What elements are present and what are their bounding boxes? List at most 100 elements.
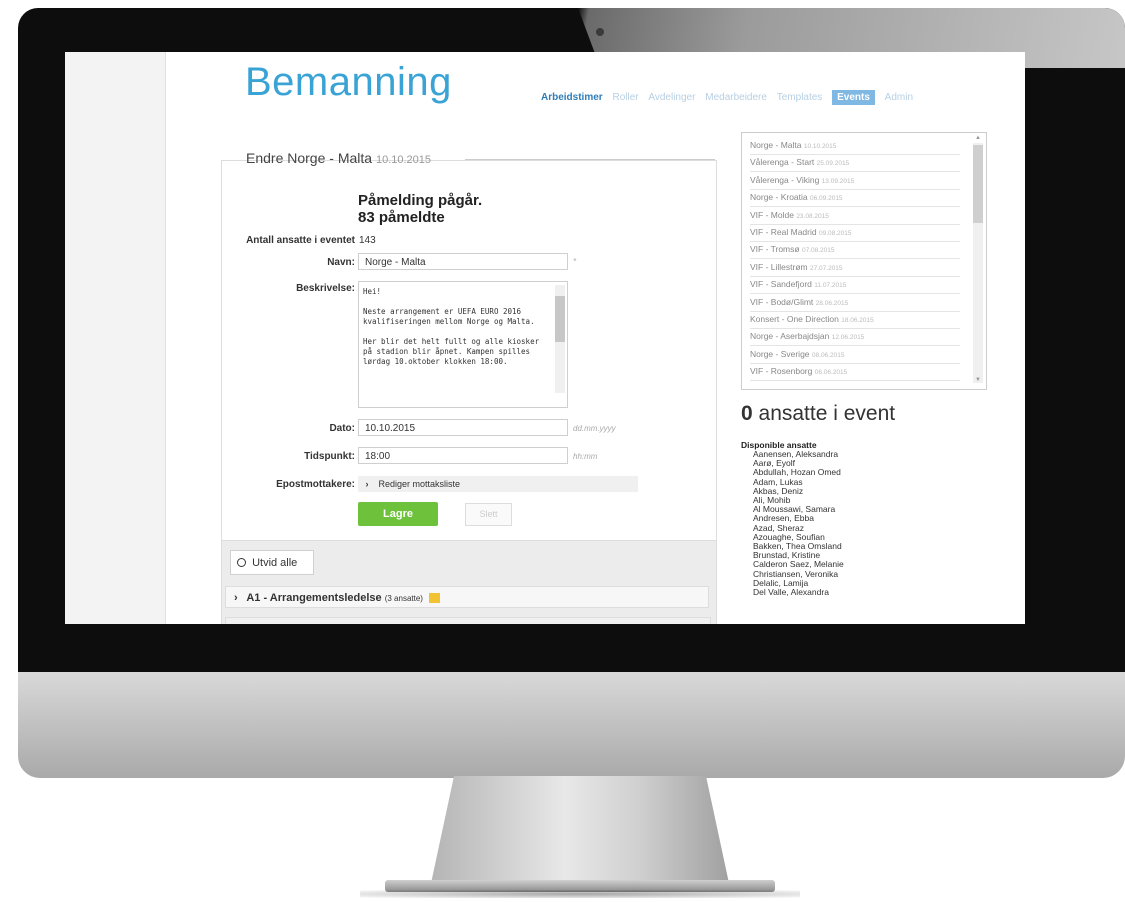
employee-count: 0 ansatte i event	[741, 402, 895, 426]
epost-link[interactable]: Rediger mottaksliste	[379, 479, 461, 489]
chevron-right-icon: ›	[365, 479, 369, 489]
events-list[interactable]: Norge - Malta 10.10.2015 Vålerenga - Star…	[741, 132, 987, 390]
status-line-1: Påmelding pågår.	[358, 192, 483, 209]
screen: Bemanning Arbeidstimer Roller Avdelinger…	[65, 52, 1025, 624]
event-list-item[interactable]: Norge - Aserbajdsjan 12.06.2015	[750, 328, 960, 347]
antall-value: 143	[359, 235, 376, 246]
events-scroll-thumb[interactable]	[973, 145, 983, 223]
nav-avdelinger[interactable]: Avdelinger	[648, 92, 695, 103]
foot-shadow	[360, 890, 800, 898]
group-header-a1[interactable]: › A1 - Arrangementsledelse (3 ansatte)	[225, 586, 709, 608]
event-date: 10.10.2015	[803, 143, 837, 150]
note-icon[interactable]	[429, 593, 441, 604]
camera-dot	[596, 28, 604, 36]
nav-roller[interactable]: Roller	[612, 92, 638, 103]
event-list-item[interactable]: Norge - Malta 10.10.2015	[750, 137, 960, 155]
employee-count-number: 0	[741, 402, 753, 425]
event-date: 18.06.2015	[841, 317, 874, 324]
event-list-item[interactable]: Vålerenga - Viking 13.09.2015	[750, 172, 960, 190]
event-list-item[interactable]: VIF - Rosenborg 06.06.2015	[750, 363, 960, 382]
event-date: 25.09.2015	[816, 160, 850, 168]
event-name: VIF - Sandefjord	[750, 279, 812, 290]
epost-expander[interactable]: › Rediger mottaksliste	[358, 476, 638, 492]
event-name: Norge - Aserbajdsjan	[750, 331, 830, 342]
main-nav: Arbeidstimer Roller Avdelinger Medarbeid…	[541, 90, 920, 105]
event-name: VIF - Real Madrid	[750, 227, 817, 237]
event-date: 09.08.2015	[818, 230, 852, 237]
event-name: VIF - Tromsø	[750, 244, 800, 255]
tidspunkt-label: Tidspunkt:	[304, 451, 355, 462]
available-employee[interactable]: Del Valle, Alexandra	[753, 588, 933, 597]
beskrivelse-textarea[interactable]: Hei! Neste arrangement er UEFA EURO 2016…	[358, 281, 568, 408]
panel-title-date: 10.10.2015	[375, 154, 432, 166]
scroll-down-icon[interactable]: ▼	[975, 377, 981, 383]
event-list-item[interactable]: VIF - Bodø/Glimt 28.06.2015	[750, 294, 960, 312]
event-name: VIF - Rosenborg	[750, 366, 813, 377]
title-divider	[465, 159, 715, 160]
dato-label: Dato:	[329, 423, 355, 434]
antall-label: Antall ansatte i eventet	[246, 235, 355, 246]
event-name: Norge - Sverige	[750, 348, 810, 359]
nav-admin[interactable]: Admin	[885, 92, 913, 103]
event-date: 13.09.2015	[821, 177, 855, 185]
event-list-item[interactable]: VIF - Real Madrid 09.08.2015	[750, 224, 960, 242]
event-name: Vålerenga - Start	[750, 157, 815, 168]
event-name: Norge - Kroatia	[750, 192, 808, 203]
event-date: 27.07.2015	[810, 264, 843, 272]
tidspunkt-input[interactable]: 18:00	[358, 447, 568, 464]
save-button[interactable]: Lagre	[358, 502, 438, 526]
event-name: VIF - Bodø/Glimt	[750, 296, 814, 307]
dato-input[interactable]: 10.10.2015	[358, 419, 568, 436]
event-date: 23.08.2015	[796, 212, 829, 220]
navn-input[interactable]: Norge - Malta	[358, 253, 568, 270]
nav-templates[interactable]: Templates	[777, 92, 823, 103]
nav-medarbeidere[interactable]: Medarbeidere	[705, 92, 767, 103]
expand-all-button[interactable]: Utvid alle	[230, 550, 314, 575]
group-count: (3 ansatte)	[384, 594, 423, 603]
event-name: Vålerenga - Viking	[750, 174, 820, 185]
required-mark: *	[573, 257, 577, 266]
dato-hint: dd.mm.yyyy	[573, 424, 616, 433]
event-name: Norge - Malta	[750, 140, 802, 150]
event-list-item[interactable]: VIF - Sandefjord 11.07.2015	[750, 276, 960, 295]
event-list-item[interactable]: Norge - Sverige 08.06.2015	[750, 346, 960, 364]
event-list-item[interactable]: Norge - Kroatia 06.09.2015	[750, 189, 960, 208]
scroll-up-icon[interactable]: ▲	[975, 135, 981, 141]
event-list-item[interactable]: VIF - Lillestrøm 27.07.2015	[750, 259, 960, 277]
textarea-scroll-thumb[interactable]	[555, 296, 565, 342]
monitor-stand	[430, 776, 730, 888]
tidspunkt-hint: hh:mm	[573, 452, 598, 461]
event-list-item[interactable]: Vålerenga - Start 25.09.2015	[750, 154, 960, 173]
event-date: 06.09.2015	[810, 195, 843, 203]
event-name: VIF - Molde	[750, 209, 794, 220]
event-date: 28.06.2015	[815, 299, 849, 307]
event-list-item[interactable]: VIF - Tromsø 07.08.2015	[750, 241, 960, 260]
epost-label: Epostmottakere:	[276, 479, 355, 490]
expand-all-label: Utvid alle	[252, 557, 298, 569]
group-header-next[interactable]	[225, 617, 711, 624]
event-list-item[interactable]: VIF - Molde 23.08.2015	[750, 207, 960, 225]
event-date: 11.07.2015	[814, 282, 847, 290]
event-date: 06.06.2015	[814, 369, 848, 377]
group-title: A1 - Arrangementsledelse	[246, 592, 382, 604]
monitor-chin	[18, 672, 1125, 778]
panel-title: Endre Norge - Malta 10.10.2015	[246, 150, 431, 166]
status-line-2: 83 påmeldte	[358, 209, 445, 226]
nav-arbeidstimer[interactable]: Arbeidstimer	[541, 92, 603, 103]
delete-button[interactable]: Slett	[465, 503, 512, 526]
chevron-right-icon: ›	[234, 592, 238, 604]
expand-circle-icon	[237, 558, 246, 567]
beskrivelse-label: Beskrivelse:	[296, 283, 355, 294]
app-logo[interactable]: Bemanning	[245, 60, 452, 105]
event-name: Konsert - One Direction	[750, 314, 839, 324]
beskrivelse-text: Hei! Neste arrangement er UEFA EURO 2016…	[363, 287, 540, 366]
registration-status: Påmelding pågår. 83 påmeldte	[358, 192, 482, 226]
event-list-item[interactable]: Konsert - One Direction 18.06.2015	[750, 311, 960, 329]
employee-count-text: ansatte i event	[752, 402, 896, 425]
event-date: 08.06.2015	[811, 351, 845, 359]
navn-label: Navn:	[327, 257, 355, 268]
event-name: VIF - Lillestrøm	[750, 261, 808, 272]
nav-events[interactable]: Events	[832, 90, 875, 105]
event-date: 07.08.2015	[801, 247, 835, 255]
panel-title-text: Endre Norge - Malta	[246, 150, 373, 166]
